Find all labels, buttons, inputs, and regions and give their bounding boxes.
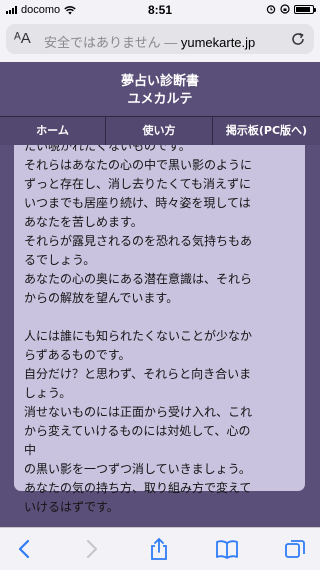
main-nav: ホーム 使い方 掲示板(PC版へ) (0, 116, 320, 146)
status-right (266, 4, 316, 14)
chevron-right-icon[interactable] (78, 536, 104, 562)
nav-home[interactable]: ホーム (0, 117, 106, 145)
book-icon[interactable] (214, 536, 240, 562)
url-text[interactable]: 安全ではありません — yumekarte.jp (44, 32, 255, 51)
result-paragraph-1: たい覗かれたくないものです。 それらはあなたの心の中で黒い影のように ずっと存在… (24, 145, 253, 305)
site-subtitle: ユメカルテ (127, 92, 193, 107)
reload-icon[interactable] (290, 31, 306, 47)
battery-icon (294, 4, 316, 14)
nav-bulletin-board[interactable]: 掲示板(PC版へ) (213, 117, 320, 145)
reader-aa-button[interactable]: ᴬA (14, 30, 31, 47)
url-domain: yumekarte.jp (180, 35, 256, 50)
url-field[interactable]: ᴬA 安全ではありません — yumekarte.jp (6, 24, 314, 54)
site-header: 夢占い診断書 ユメカルテ (0, 62, 320, 116)
alarm-icon (266, 5, 276, 14)
status-bar: docomo 8:51 (0, 0, 320, 20)
result-card: たい覗かれたくないものです。 それらはあなたの心の中で黒い影のように ずっと存在… (14, 145, 305, 514)
tabs-icon[interactable] (282, 536, 308, 562)
browser-address-bar: ᴬA 安全ではありません — yumekarte.jp (0, 20, 320, 62)
share-icon[interactable] (146, 536, 172, 562)
browser-toolbar (0, 527, 320, 570)
nav-how-to-use[interactable]: 使い方 (106, 117, 213, 145)
site-title: 夢占い診断書 (120, 74, 199, 89)
security-warning: 安全ではありません — (44, 35, 181, 50)
content-area: たい覗かれたくないものです。 それらはあなたの心の中で黒い影のように ずっと存在… (0, 145, 320, 520)
rotation-lock-icon (280, 4, 290, 14)
result-paragraph-2: 人には誰にも知られたくないことが少なか らずあるものです。 自分だけ？と思わず、… (24, 329, 253, 514)
chevron-left-icon[interactable] (12, 536, 38, 562)
